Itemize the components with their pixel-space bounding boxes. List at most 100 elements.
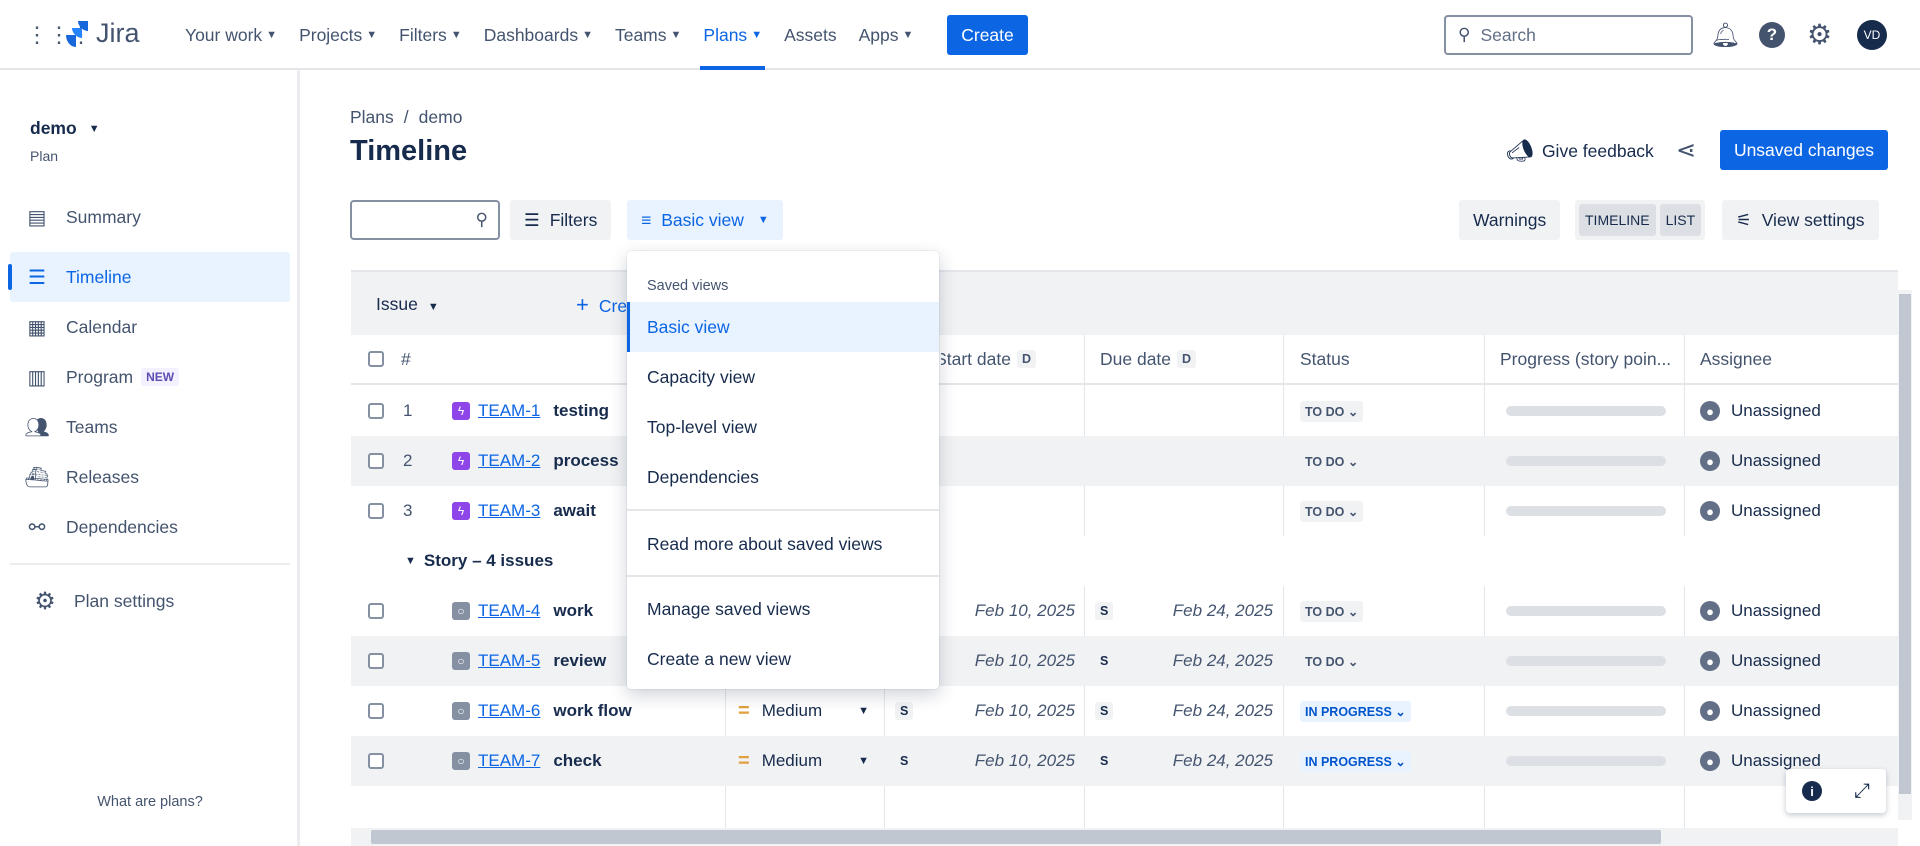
due-date[interactable]: Feb 24, 2025 <box>1173 651 1273 671</box>
help-icon[interactable]: ? <box>1759 22 1785 48</box>
list-mode-button[interactable]: LIST <box>1659 204 1702 236</box>
sidebar-item-plan-settings[interactable]: ⚙ Plan settings <box>10 576 290 626</box>
issue-key-link[interactable]: TEAM-4 <box>478 601 540 621</box>
give-feedback-button[interactable]: 📣︎ Give feedback <box>1506 138 1654 164</box>
col-status[interactable]: Status <box>1300 334 1350 384</box>
what-are-plans-link[interactable]: What are plans? <box>0 794 300 810</box>
search-input[interactable]: ⚲ Search <box>1444 15 1693 55</box>
warnings-button[interactable]: Warnings <box>1459 200 1561 240</box>
issue-key-link[interactable]: TEAM-1 <box>478 401 540 421</box>
row-checkbox[interactable] <box>368 703 384 719</box>
nav-assets[interactable]: Assets <box>773 0 848 70</box>
saved-view-capacity-view[interactable]: Capacity view <box>627 352 939 402</box>
issue-group-select[interactable]: Issue ▼ <box>376 294 439 315</box>
table-row[interactable]: 3 ϟ TEAM-3 await TO DO ⌄ ● Unassigned <box>351 486 1898 536</box>
status-badge[interactable]: IN PROGRESS ⌄ <box>1300 750 1411 772</box>
plan-search-input[interactable]: ⚲ <box>350 200 500 240</box>
issue-key-link[interactable]: TEAM-6 <box>478 701 540 721</box>
start-date[interactable]: Feb 10, 2025 <box>975 651 1075 671</box>
assignee[interactable]: Unassigned <box>1731 751 1821 771</box>
saved-view-top-level-view[interactable]: Top-level view <box>627 402 939 452</box>
issue-key-link[interactable]: TEAM-7 <box>478 751 540 771</box>
due-date[interactable]: Feb 24, 2025 <box>1173 751 1273 771</box>
table-row[interactable]: ○TEAM-5review=Medium▼SFeb 10, 2025 SFeb … <box>351 636 1898 686</box>
assignee[interactable]: Unassigned <box>1731 701 1821 721</box>
issue-key-link[interactable]: TEAM-2 <box>478 451 540 471</box>
status-badge[interactable]: TO DO ⌄ <box>1300 600 1364 622</box>
nav-apps[interactable]: Apps ▼ <box>848 0 925 70</box>
status-badge[interactable]: TO DO ⌄ <box>1300 650 1364 672</box>
sidebar-item-summary[interactable]: ▤ Summary <box>10 192 290 242</box>
saved-view-dependencies[interactable]: Dependencies <box>627 452 939 502</box>
row-checkbox[interactable] <box>368 453 384 469</box>
status-badge[interactable]: IN PROGRESS ⌄ <box>1300 700 1411 722</box>
nav-projects[interactable]: Projects ▼ <box>288 0 388 70</box>
breadcrumb-plans[interactable]: Plans <box>350 107 394 127</box>
jira-logo[interactable]: Jira <box>64 18 140 49</box>
start-date[interactable]: Feb 10, 2025 <box>975 751 1075 771</box>
manage-saved-views[interactable]: Manage saved views <box>627 584 939 634</box>
share-icon[interactable]: ⋖ <box>1676 136 1696 165</box>
read-more-saved-views[interactable]: Read more about saved views <box>627 519 939 569</box>
assignee[interactable]: Unassigned <box>1731 651 1821 671</box>
start-date[interactable]: Feb 10, 2025 <box>975 701 1075 721</box>
table-row[interactable]: ○ TEAM-6 work flow = Medium ▼ S Feb 10, 2025 SF… <box>351 686 1898 736</box>
settings-icon[interactable]: ⚙ <box>1807 18 1832 51</box>
row-checkbox[interactable] <box>368 653 384 669</box>
view-settings-button[interactable]: ⚟ View settings <box>1722 200 1879 240</box>
vertical-scrollbar[interactable] <box>1898 290 1912 820</box>
due-date[interactable]: Feb 24, 2025 <box>1173 701 1273 721</box>
priority-select[interactable]: =Medium▼ <box>738 736 873 786</box>
notifications-icon[interactable]: 🔔︎ <box>1710 21 1740 50</box>
col-start-date[interactable]: Start date D <box>941 334 1036 384</box>
start-date[interactable]: Feb 10, 2025 <box>975 601 1075 621</box>
horizontal-scrollbar[interactable] <box>351 828 1898 846</box>
issue-key-link[interactable]: TEAM-5 <box>478 651 540 671</box>
issue-key-link[interactable]: TEAM-3 <box>478 501 540 521</box>
row-checkbox[interactable] <box>368 753 384 769</box>
status-badge[interactable]: TO DO ⌄ <box>1300 400 1364 422</box>
nav-teams[interactable]: Teams ▼ <box>604 0 692 70</box>
sidebar-item-program[interactable]: ▥ Program NEW <box>10 352 290 402</box>
filters-button[interactable]: ☰ Filters <box>510 200 612 240</box>
assignee[interactable]: Unassigned <box>1731 601 1821 621</box>
sidebar-item-releases[interactable]: ⛴︎ Releases <box>10 452 290 502</box>
saved-view-basic-view[interactable]: Basic view <box>627 302 939 352</box>
nav-plans[interactable]: Plans ▼ <box>692 0 773 70</box>
status-badge[interactable]: TO DO ⌄ <box>1300 450 1364 472</box>
due-date[interactable]: Feb 24, 2025 <box>1173 601 1273 621</box>
timeline-mode-button[interactable]: TIMELINE <box>1579 204 1656 236</box>
col-progress[interactable]: Progress (story poin... <box>1500 334 1671 384</box>
col-assignee[interactable]: Assignee <box>1700 334 1772 384</box>
avatar[interactable]: VD <box>1857 20 1887 50</box>
scrollbar-thumb[interactable] <box>371 830 1661 844</box>
info-icon[interactable]: i <box>1802 781 1822 801</box>
row-checkbox[interactable] <box>368 503 384 519</box>
sidebar-item-teams[interactable]: 👥︎ Teams <box>10 402 290 452</box>
plan-switcher[interactable]: demo ▼ <box>30 118 100 139</box>
assignee[interactable]: Unassigned <box>1731 451 1821 471</box>
select-all-checkbox[interactable] <box>368 351 384 367</box>
priority-select[interactable]: =Medium▼ <box>738 686 873 736</box>
sidebar-item-timeline[interactable]: ☰ Timeline <box>8 252 290 302</box>
sidebar-item-calendar[interactable]: ▦ Calendar <box>10 302 290 352</box>
view-selector-button[interactable]: ≡ Basic view ▼ <box>627 200 783 240</box>
nav-filters[interactable]: Filters ▼ <box>388 0 473 70</box>
table-row[interactable]: 1 ϟ TEAM-1 testing TO DO ⌄ ● Unassigned <box>351 386 1898 436</box>
assignee[interactable]: Unassigned <box>1731 401 1821 421</box>
group-row[interactable]: ▼ Story – 4 issues <box>351 536 1898 586</box>
assignee[interactable]: Unassigned <box>1731 501 1821 521</box>
table-row[interactable]: ○TEAM-4work=Medium▼SFeb 10, 2025 SFeb 24… <box>351 586 1898 636</box>
create-new-view[interactable]: Create a new view <box>627 634 939 684</box>
sidebar-item-dependencies[interactable]: ⚯ Dependencies <box>10 502 290 552</box>
scrollbar-thumb[interactable] <box>1899 294 1911 794</box>
row-checkbox[interactable] <box>368 403 384 419</box>
status-badge[interactable]: TO DO ⌄ <box>1300 500 1364 522</box>
row-checkbox[interactable] <box>368 603 384 619</box>
expand-icon[interactable]: ⤢ <box>1854 780 1870 803</box>
col-due-date[interactable]: Due date D <box>1100 334 1197 384</box>
create-button[interactable]: Create <box>947 15 1028 55</box>
table-row[interactable]: 2 ϟ TEAM-2 process TO DO ⌄ ● Unassigned <box>351 436 1898 486</box>
table-row[interactable]: ○ TEAM-7 check = Medium ▼ S Feb 10, 2025 S Feb 2… <box>351 736 1898 786</box>
nav-dashboards[interactable]: Dashboards ▼ <box>473 0 604 70</box>
